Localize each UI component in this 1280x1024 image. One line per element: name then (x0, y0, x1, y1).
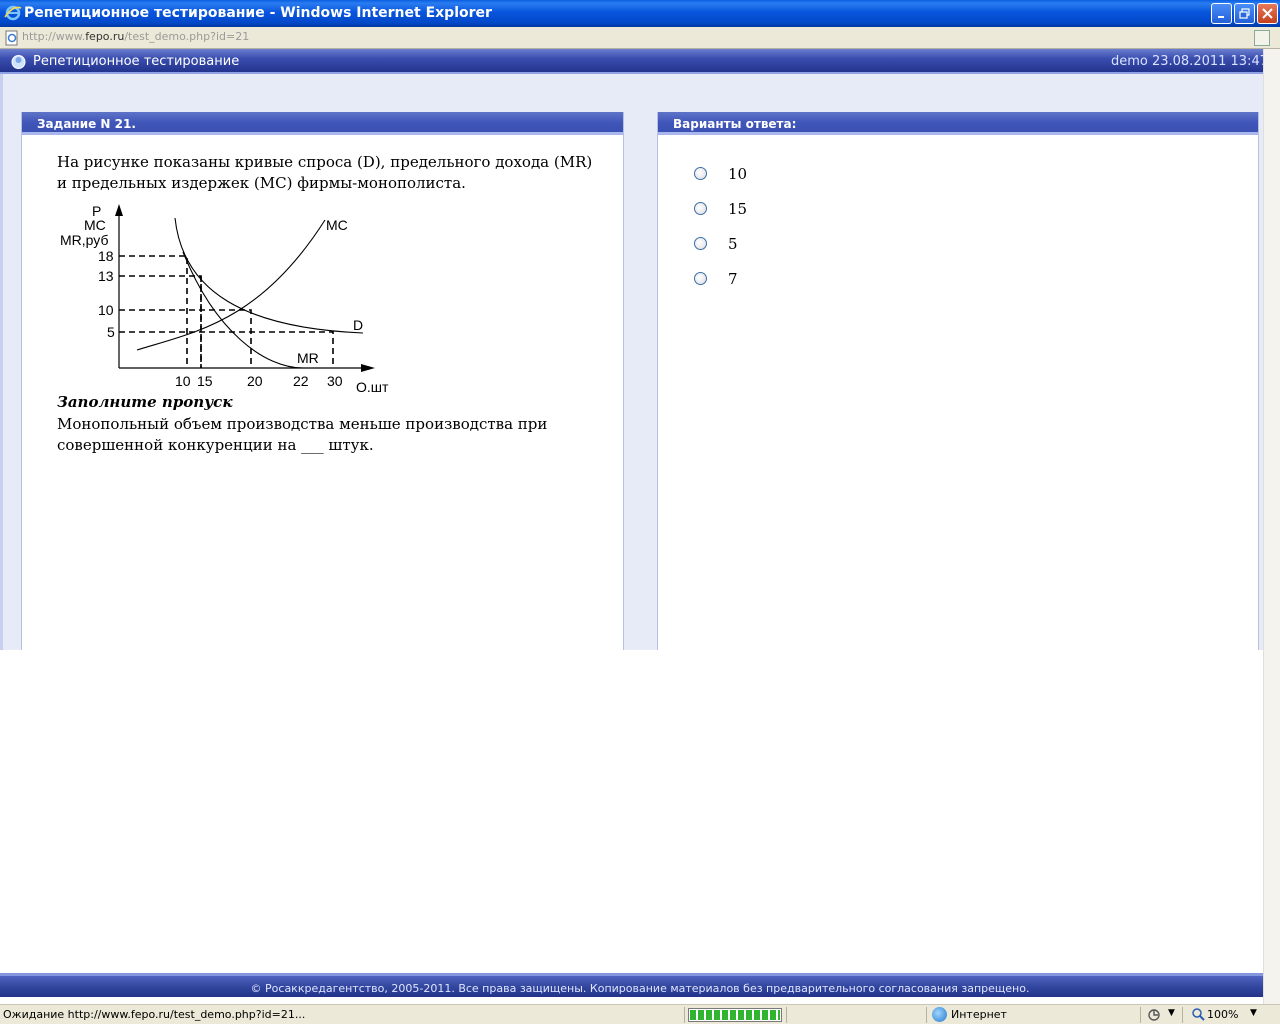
y-tick-18: 18 (98, 248, 114, 264)
progress-fill (690, 1010, 780, 1020)
status-separator (926, 1007, 927, 1023)
x-tick-10: 10 (175, 373, 191, 389)
radio-button[interactable] (694, 272, 707, 285)
globe-logo-icon (11, 55, 26, 69)
status-separator (786, 1007, 787, 1023)
loading-progress-bar (688, 1008, 782, 1022)
app-title: Репетиционное тестирование (33, 54, 240, 69)
restore-button[interactable] (1234, 3, 1255, 24)
window-title-bar: Репетиционное тестирование - Windows Int… (0, 0, 1280, 27)
page-viewport: Репетиционное тестирование demo 23.08.20… (0, 49, 1280, 1004)
protected-mode-icon[interactable] (1148, 1008, 1162, 1022)
status-bar: Ожидание http://www.fepo.ru/test_demo.ph… (0, 1004, 1280, 1024)
answer-label: 15 (728, 200, 748, 218)
address-bar[interactable]: http://www.fepo.ru/test_demo.php?id=21 (0, 27, 1280, 49)
x-tick-30: 30 (327, 373, 343, 389)
status-separator (1140, 1007, 1141, 1023)
chevron-down-icon[interactable]: ▼ (1250, 1008, 1257, 1018)
task-panel: Задание N 21. На рисунке показаны кривые… (21, 112, 624, 650)
app-header: Репетиционное тестирование demo 23.08.20… (0, 49, 1280, 74)
close-window-button[interactable] (1257, 3, 1278, 24)
minimize-button[interactable] (1211, 3, 1232, 24)
status-separator (684, 1007, 685, 1023)
x-tick-22: 22 (293, 373, 309, 389)
zoom-icon[interactable] (1192, 1008, 1205, 1021)
answer-label: 10 (728, 165, 748, 183)
answers-header: Варианты ответа: (658, 112, 1258, 135)
window-title: Репетиционное тестирование - Windows Int… (24, 5, 492, 21)
radio-button[interactable] (694, 237, 707, 250)
y-axis-arrow (115, 204, 123, 216)
status-text: Ожидание http://www.fepo.ru/test_demo.ph… (3, 1008, 306, 1021)
demand-curve (174, 217, 364, 334)
x-axis-arrow (361, 364, 375, 372)
answer-option-1[interactable]: 10 (694, 164, 894, 184)
answer-label: 5 (728, 235, 738, 253)
minimize-icon (1217, 16, 1224, 18)
task-header: Задание N 21. (22, 112, 623, 135)
demand-label: D (353, 317, 363, 333)
close-icon (1262, 8, 1273, 19)
x-axis-label: Q,шт (356, 379, 389, 392)
x-tick-15: 15 (197, 373, 213, 389)
user-session-info: demo 23.08.2011 13:47 (1110, 54, 1268, 69)
url-text[interactable]: http://www.fepo.ru/test_demo.php?id=21 (22, 30, 249, 43)
answer-label: 7 (728, 270, 738, 288)
fill-in-label: Заполните пропуск (57, 393, 233, 411)
y-tick-13: 13 (98, 268, 114, 284)
mr-label: MR (297, 350, 319, 366)
compatibility-view-icon[interactable] (1254, 30, 1270, 46)
y-tick-5: 5 (107, 324, 115, 340)
answers-panel: Варианты ответа: 10 15 5 7 (657, 112, 1259, 650)
internet-zone-icon (932, 1007, 947, 1022)
page-icon (5, 30, 18, 46)
zoom-level[interactable]: 100% (1207, 1008, 1238, 1021)
chevron-down-icon[interactable]: ▼ (1168, 1008, 1175, 1018)
answer-option-2[interactable]: 15 (694, 199, 894, 219)
internet-explorer-icon (4, 5, 22, 21)
status-separator (1182, 1007, 1183, 1023)
question-text: На рисунке показаны кривые спроса (D), п… (57, 153, 593, 192)
radio-button[interactable] (694, 202, 707, 215)
y-tick-10: 10 (98, 302, 114, 318)
economics-graph: P MC MR,руб 18 13 10 5 10 15 20 22 30 Q,… (60, 203, 389, 392)
answer-option-3[interactable]: 5 (694, 234, 894, 254)
vertical-scrollbar[interactable] (1263, 49, 1280, 1004)
x-tick-20: 20 (247, 373, 263, 389)
mc-label: MC (326, 217, 348, 233)
restore-icon (1239, 8, 1250, 19)
radio-button[interactable] (694, 167, 707, 180)
security-zone-label: Интернет (951, 1008, 1007, 1021)
y-label-mc: MC (84, 217, 106, 233)
copyright-footer: © Росаккредагентство, 2005-2011. Все пра… (0, 973, 1280, 997)
statement-text: Монопольный объем производства меньше пр… (57, 415, 548, 454)
answer-option-4[interactable]: 7 (694, 269, 894, 289)
y-label-mr: MR,руб (60, 232, 108, 248)
